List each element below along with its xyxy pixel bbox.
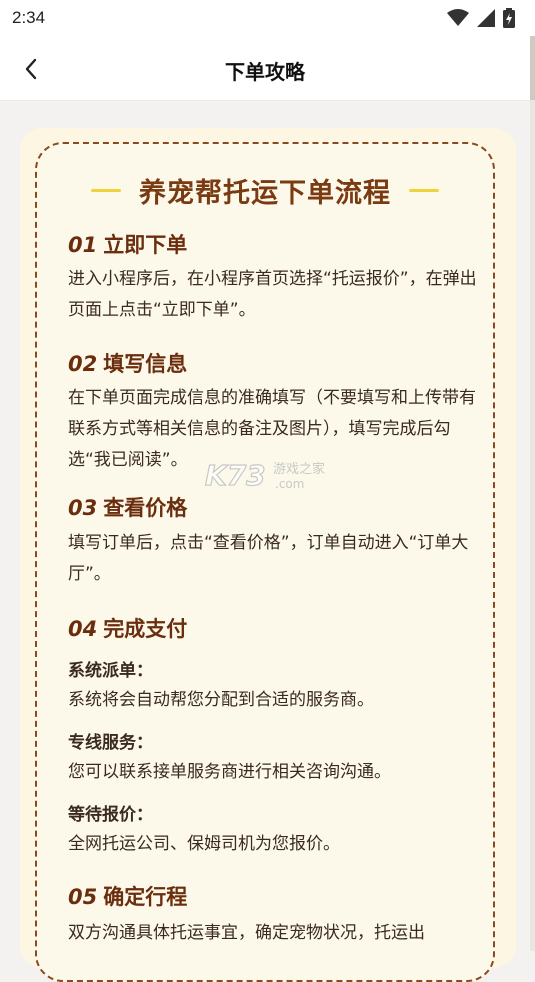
step-1-label: 立即下单 <box>103 233 188 257</box>
step-5-label: 确定行程 <box>103 885 188 909</box>
step-4-label: 完成支付 <box>103 617 188 641</box>
step-5-text: 双方沟通具体托运事宜，确定宠物状况，托运出 <box>68 923 425 943</box>
step-2-number: 02 <box>68 352 98 376</box>
step-3-label: 查看价格 <box>103 496 188 520</box>
step-1-text: 进入小程序后，在小程序首页选择“托运报价”，在弹出页面上点击“立即下单”。 <box>68 269 477 320</box>
guide-heading: 养宠帮托运下单流程 <box>35 170 495 210</box>
scrollbar[interactable] <box>530 36 535 951</box>
svg-text:K73: K73 <box>205 459 266 492</box>
step-5-title: 05 确定行程 <box>68 881 187 911</box>
heading-dash-right <box>409 188 439 192</box>
nav-bar: 下单攻略 <box>0 36 530 101</box>
battery-icon <box>503 8 515 28</box>
scrollbar-thumb[interactable] <box>530 36 535 100</box>
svg-text:游戏之家: 游戏之家 <box>273 461 325 477</box>
heading-text: 养宠帮托运下单流程 <box>139 177 391 209</box>
step-4-item-2-text: 您可以联系接单服务商进行相关咨询沟通。 <box>68 762 391 782</box>
step-1-title: 01 立即下单 <box>68 229 187 259</box>
status-icons <box>447 8 515 28</box>
step-4-number: 04 <box>68 617 98 641</box>
step-1-number: 01 <box>68 233 98 257</box>
page-title: 下单攻略 <box>225 60 305 84</box>
step-4-title: 04 完成支付 <box>68 613 187 643</box>
step-2-label: 填写信息 <box>103 352 188 376</box>
k73-logo-icon: K73 游戏之家 .com <box>204 458 325 492</box>
status-bar: 2:34 <box>0 0 535 36</box>
heading-dash-left <box>91 188 121 192</box>
step-4-item-3-text: 全网托运公司、保姆司机为您报价。 <box>68 834 340 854</box>
step-4-item-1-label: 系统派单： <box>68 661 153 681</box>
step-4-item-2-label: 专线服务： <box>68 733 153 753</box>
step-4-item-3-label: 等待报价： <box>68 805 153 825</box>
watermark-logo: K73 游戏之家 .com <box>204 455 335 495</box>
step-2-title: 02 填写信息 <box>68 348 187 378</box>
step-3-number: 03 <box>68 496 98 520</box>
step-4-item-1-text: 系统将会自动帮您分配到合适的服务商。 <box>68 690 374 710</box>
signal-icon <box>477 9 495 27</box>
step-3-title: 03 查看价格 <box>68 492 187 522</box>
svg-text:.com: .com <box>275 477 304 491</box>
status-time: 2:34 <box>12 8 46 27</box>
wifi-icon <box>447 9 469 26</box>
step-3-text: 填写订单后，点击“查看价格”，订单自动进入“订单大厅”。 <box>68 533 469 584</box>
step-5-number: 05 <box>68 885 98 909</box>
